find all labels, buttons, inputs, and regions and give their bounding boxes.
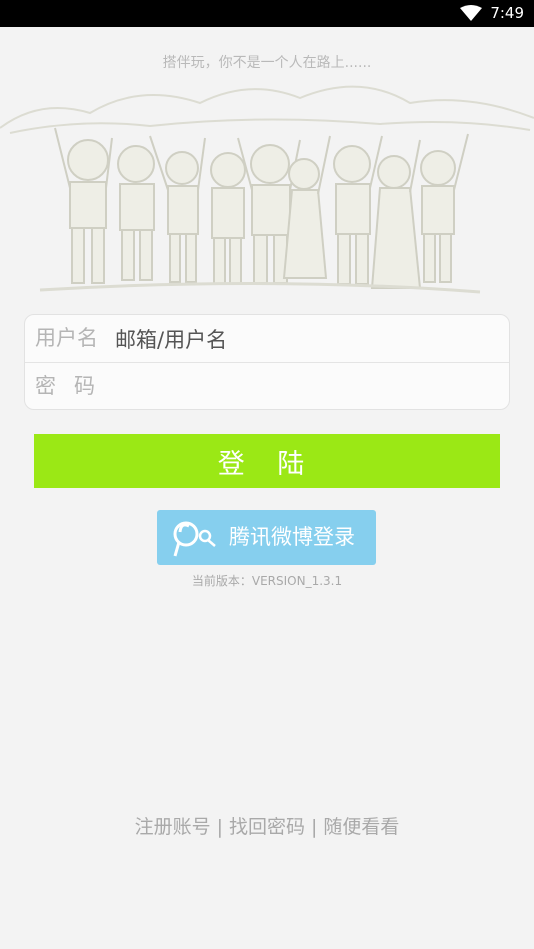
find-password-link[interactable]: 找回密码 xyxy=(229,816,305,838)
tencent-weibo-login-button[interactable]: 腾讯微博登录 xyxy=(157,510,376,565)
register-link[interactable]: 注册账号 xyxy=(135,816,211,838)
login-button[interactable]: 登 陆 xyxy=(34,434,500,488)
footer-separator: | xyxy=(311,816,318,838)
tencent-weibo-icon xyxy=(173,521,216,557)
version-text: 当前版本：VERSION_1.3.1 xyxy=(191,574,343,588)
password-input[interactable] xyxy=(113,363,497,412)
group-of-friends-illustration xyxy=(0,85,534,294)
footer-links: 注册账号 | 找回密码 | 随便看看 xyxy=(0,812,534,839)
browse-link[interactable]: 随便看看 xyxy=(323,816,399,838)
username-row: 用户名 xyxy=(25,315,509,364)
login-form: 用户名 密码 xyxy=(24,314,510,412)
footer-separator: | xyxy=(216,816,223,838)
wifi-icon xyxy=(460,5,482,21)
status-bar: 7:49 xyxy=(0,0,534,27)
tagline: 搭伴玩，你不是一个人在路上...... xyxy=(162,55,372,71)
password-row: 密码 xyxy=(25,363,509,412)
weibo-login-label: 腾讯微博登录 xyxy=(229,525,355,549)
status-time: 7:49 xyxy=(490,4,524,22)
username-label: 用户名 xyxy=(35,326,98,350)
password-label: 密码 xyxy=(35,374,113,398)
username-input[interactable] xyxy=(113,315,497,364)
